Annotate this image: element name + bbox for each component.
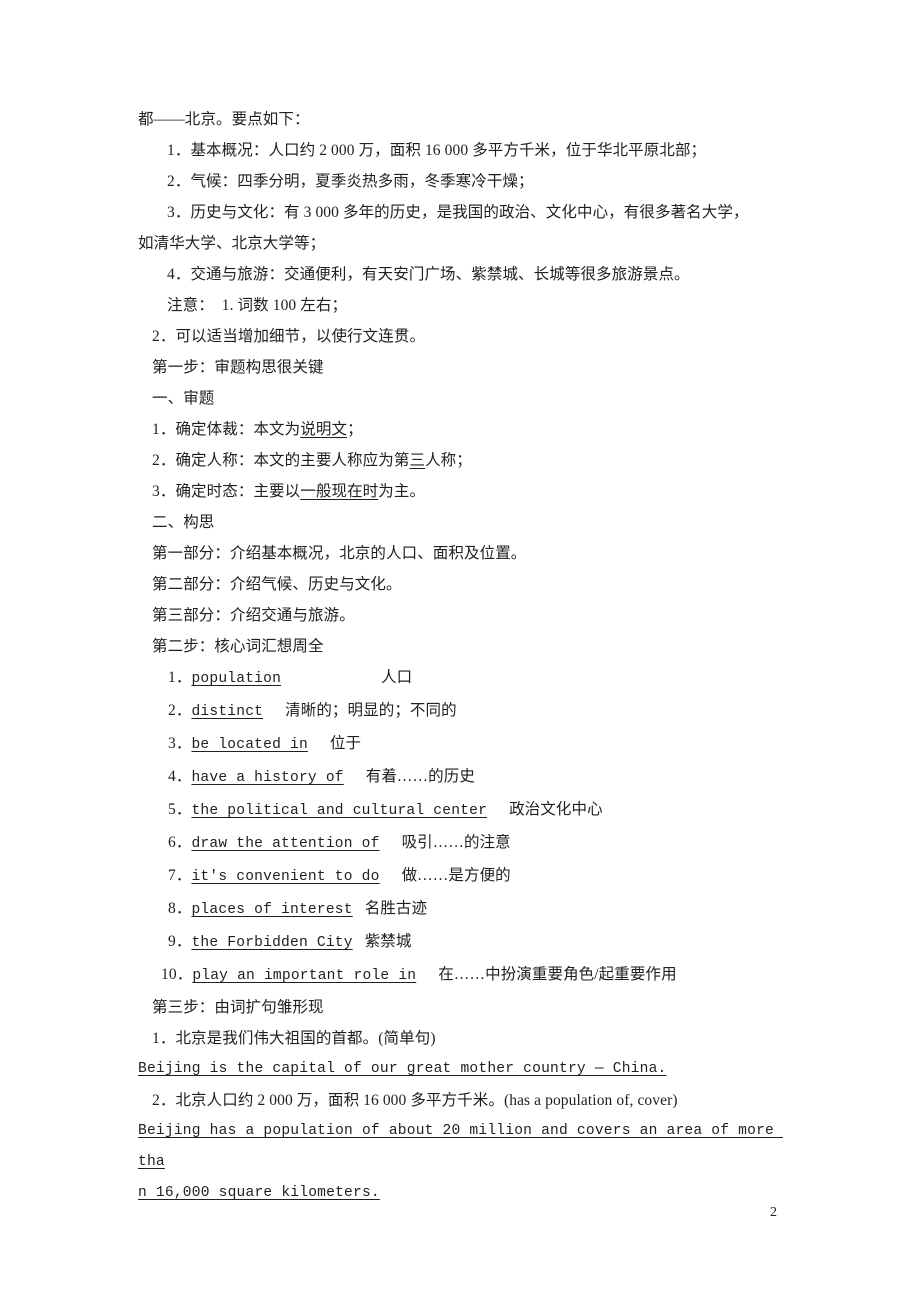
vocab-number: 6． bbox=[168, 834, 192, 851]
sentence-2-english-line-2: n 16,000 square kilometers. bbox=[138, 1185, 380, 1201]
sentence-1-chinese: 1．北京是我们伟大祖国的首都。(简单句) bbox=[152, 1030, 436, 1047]
document-page: 都——北京。要点如下： 1．基本概况：人口约 2 000 万，面积 16 000… bbox=[0, 0, 920, 1302]
item-2-suffix: 人称； bbox=[425, 452, 472, 469]
section-two-item-2: 第二部分：介绍气候、历史与文化。 bbox=[152, 576, 402, 593]
vocabulary-item: 7．it's convenient to do 做……是方便的 bbox=[138, 860, 786, 893]
section-one-item-1: 1．确定体裁：本文为说明文； bbox=[138, 414, 786, 445]
vocabulary-item: 3．be located in 位于 bbox=[138, 728, 786, 761]
page-number: 2 bbox=[770, 1205, 777, 1220]
prompt-item-2: 2．气候：四季分明，夏季炎热多雨，冬季寒冷干燥； bbox=[167, 173, 534, 190]
step-two-heading: 第二步：核心词汇想周全 bbox=[152, 638, 324, 655]
item-3-suffix: 为主。 bbox=[378, 483, 426, 500]
vocab-number: 5． bbox=[168, 801, 192, 818]
vocab-chinese: 紫禁城 bbox=[364, 933, 412, 950]
intro-line: 都——北京。要点如下： bbox=[138, 111, 310, 128]
vocab-number: 10． bbox=[161, 966, 193, 983]
section-one-item-3: 3．确定时态：主要以一般现在时为主。 bbox=[138, 476, 786, 507]
item-1-prefix: 1．确定体裁：本文为 bbox=[152, 421, 301, 438]
vocabulary-item: 4．have a history of 有着……的历史 bbox=[138, 761, 786, 794]
vocab-chinese: 清晰的；明显的；不同的 bbox=[285, 702, 457, 719]
section-two-title: 二、构思 bbox=[152, 514, 215, 531]
vocab-english: population bbox=[191, 671, 282, 687]
sentence-1-english: Beijing is the capital of our great moth… bbox=[138, 1061, 667, 1077]
vocab-english: have a history of bbox=[191, 770, 344, 786]
prompt-item-4: 4．交通与旅游：交通便利，有天安门广场、紫禁城、长城等很多旅游景点。 bbox=[167, 266, 690, 283]
sentence-2-english-line-1: Beijing has a population of about 20 mil… bbox=[138, 1123, 783, 1170]
vocab-chinese: 做……是方便的 bbox=[401, 867, 511, 884]
item-3-prefix: 3．确定时态：主要以 bbox=[152, 483, 301, 500]
vocab-chinese: 政治文化中心 bbox=[509, 801, 603, 818]
section-two-item-1: 第一部分：介绍基本概况，北京的人口、面积及位置。 bbox=[152, 545, 527, 562]
vocab-number: 7． bbox=[168, 867, 192, 884]
vocab-chinese: 人口 bbox=[381, 669, 413, 686]
vocab-english: places of interest bbox=[191, 902, 353, 918]
vocabulary-item: 1．population 人口 bbox=[138, 662, 786, 695]
vocab-english: distinct bbox=[191, 704, 264, 720]
prompt-item-3-continued: 如清华大学、北京大学等； bbox=[138, 235, 326, 252]
vocab-number: 4． bbox=[168, 768, 192, 785]
item-2-prefix: 2．确定人称：本文的主要人称应为第 bbox=[152, 452, 410, 469]
vocab-number: 9． bbox=[168, 933, 192, 950]
section-one-title: 一、审题 bbox=[152, 390, 215, 407]
item-2-underlined: 三 bbox=[409, 452, 426, 469]
vocab-number: 1． bbox=[168, 669, 192, 686]
section-one-item-2: 2．确定人称：本文的主要人称应为第三人称； bbox=[138, 445, 786, 476]
vocab-chinese: 吸引……的注意 bbox=[401, 834, 511, 851]
item-3-underlined: 一般现在时 bbox=[300, 483, 379, 500]
vocabulary-item: 2．distinct 清晰的；明显的；不同的 bbox=[138, 695, 786, 728]
vocabulary-item: 10．play an important role in 在……中扮演重要角色/起… bbox=[138, 959, 786, 992]
vocab-english: it's convenient to do bbox=[191, 869, 380, 885]
vocab-number: 2． bbox=[168, 702, 192, 719]
vocab-english: draw the attention of bbox=[191, 836, 380, 852]
item-1-underlined: 说明文 bbox=[300, 421, 348, 438]
vocabulary-item: 5．the political and cultural center 政治文化中… bbox=[138, 794, 786, 827]
vocab-number: 3． bbox=[168, 735, 192, 752]
vocabulary-item: 8．places of interest 名胜古迹 bbox=[138, 893, 786, 926]
prompt-item-1: 1．基本概况：人口约 2 000 万，面积 16 000 多平方千米，位于华北平… bbox=[167, 142, 707, 159]
vocab-chinese: 名胜古迹 bbox=[364, 900, 428, 917]
vocab-english: the Forbidden City bbox=[191, 935, 353, 951]
vocab-chinese: 有着……的历史 bbox=[365, 768, 475, 785]
prompt-item-3: 3．历史与文化：有 3 000 多年的历史，是我国的政治、文化中心，有很多著名大… bbox=[167, 204, 749, 221]
vocab-chinese: 位于 bbox=[329, 735, 362, 752]
vocab-english: be located in bbox=[191, 737, 308, 753]
note-1: 注意： 1. 词数 100 左右； bbox=[167, 297, 348, 314]
item-1-suffix: ； bbox=[347, 421, 363, 438]
section-two-item-3: 第三部分：介绍交通与旅游。 bbox=[152, 607, 355, 624]
vocabulary-item: 9．the Forbidden City 紫禁城 bbox=[138, 926, 786, 959]
step-three-heading: 第三步：由词扩句雏形现 bbox=[152, 999, 324, 1016]
vocab-chinese: 在……中扮演重要角色/起重要作用 bbox=[438, 966, 677, 983]
document-body: 都——北京。要点如下： 1．基本概况：人口约 2 000 万，面积 16 000… bbox=[138, 104, 786, 1209]
note-2: 2．可以适当增加细节，以使行文连贯。 bbox=[152, 328, 426, 345]
vocab-english: the political and cultural center bbox=[191, 803, 488, 819]
vocabulary-item: 6．draw the attention of 吸引……的注意 bbox=[138, 827, 786, 860]
vocab-number: 8． bbox=[168, 900, 192, 917]
vocab-english: play an important role in bbox=[192, 968, 417, 984]
sentence-2-chinese: 2．北京人口约 2 000 万，面积 16 000 多平方千米。(has a p… bbox=[152, 1092, 678, 1109]
step-one-heading: 第一步：审题构思很关键 bbox=[152, 359, 324, 376]
